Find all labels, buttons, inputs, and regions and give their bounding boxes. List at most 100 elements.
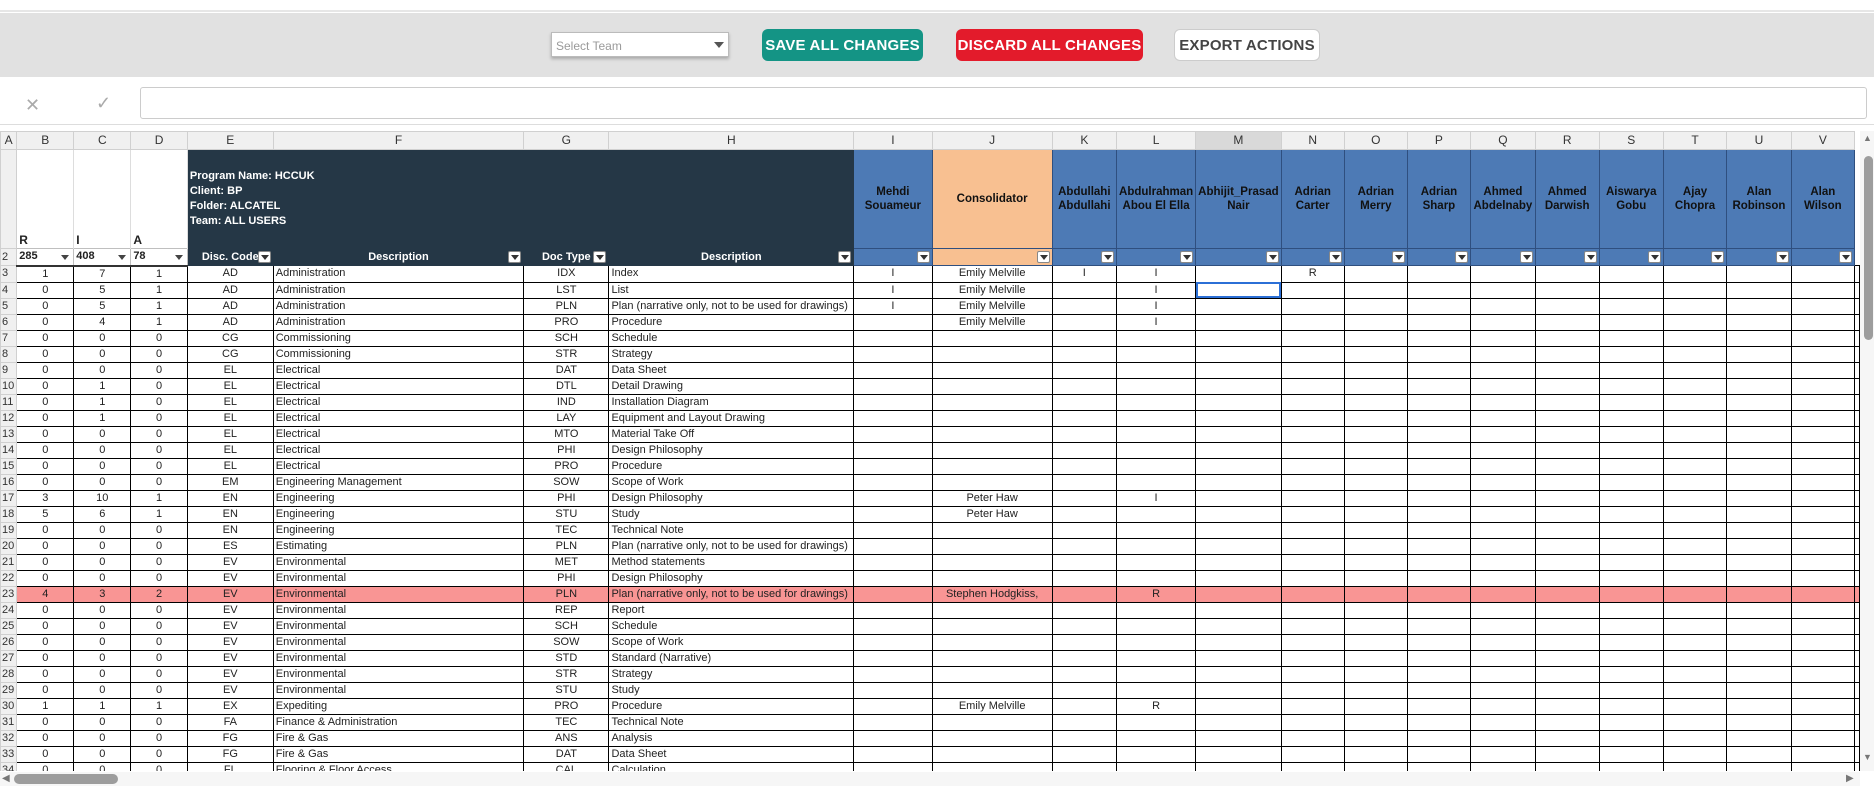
empty-cell[interactable] xyxy=(1662,281,1728,299)
cell-f[interactable]: Engineering xyxy=(272,489,525,507)
empty-cell[interactable] xyxy=(1790,505,1856,523)
empty-cell[interactable] xyxy=(1854,265,1860,283)
cell-k[interactable] xyxy=(1051,281,1118,299)
row-number[interactable]: 19 xyxy=(0,521,18,539)
cell-l[interactable] xyxy=(1116,761,1197,771)
filter-dropdown-icon[interactable] xyxy=(1036,251,1050,263)
person-filter-cell[interactable] xyxy=(1598,248,1664,266)
empty-cell[interactable] xyxy=(1726,713,1792,731)
empty-cell[interactable] xyxy=(1662,329,1728,347)
empty-cell[interactable] xyxy=(1534,457,1600,475)
cell-j[interactable] xyxy=(931,377,1053,395)
row-number[interactable]: 14 xyxy=(0,441,18,459)
empty-cell[interactable] xyxy=(1469,713,1536,731)
empty-cell[interactable] xyxy=(1343,457,1408,475)
empty-cell[interactable] xyxy=(1406,585,1471,603)
cell-e[interactable]: EL xyxy=(186,441,274,459)
cell-i[interactable] xyxy=(853,697,933,715)
cell-d[interactable]: 0 xyxy=(130,537,188,555)
cell-g[interactable]: PLN xyxy=(523,585,610,603)
empty-cell[interactable] xyxy=(1343,377,1408,395)
empty-cell[interactable] xyxy=(1854,489,1860,507)
empty-cell[interactable] xyxy=(1598,505,1664,523)
empty-cell[interactable] xyxy=(1726,265,1792,283)
cell-g[interactable]: PRO xyxy=(523,697,610,715)
cell-d[interactable]: 1 xyxy=(130,489,188,507)
cell-g[interactable]: MET xyxy=(523,553,610,571)
cell-n[interactable] xyxy=(1280,441,1345,459)
empty-cell[interactable] xyxy=(1662,585,1728,603)
empty-cell[interactable] xyxy=(1469,569,1536,587)
empty-cell[interactable] xyxy=(1662,457,1728,475)
cell-h[interactable]: Method statements xyxy=(608,553,855,571)
cell-b[interactable]: 0 xyxy=(16,425,75,443)
empty-cell[interactable] xyxy=(1726,537,1792,555)
row-number[interactable]: 26 xyxy=(0,633,18,651)
empty-cell[interactable] xyxy=(1406,281,1471,299)
empty-cell[interactable] xyxy=(1726,505,1792,523)
empty-cell[interactable] xyxy=(1406,297,1471,315)
cell-i[interactable] xyxy=(853,313,933,331)
cell-b[interactable]: 0 xyxy=(16,393,75,411)
column-header-n[interactable]: N xyxy=(1280,131,1345,150)
empty-cell[interactable] xyxy=(1662,521,1728,539)
cell-j[interactable]: Emily Melville xyxy=(931,697,1053,715)
cell-d[interactable]: 0 xyxy=(130,345,188,363)
cell-j[interactable] xyxy=(931,713,1053,731)
empty-cell[interactable] xyxy=(1469,425,1536,443)
cell-l[interactable] xyxy=(1116,457,1197,475)
empty-cell[interactable] xyxy=(1790,313,1856,331)
empty-cell[interactable] xyxy=(1726,345,1792,363)
cell-h[interactable]: Design Philosophy xyxy=(608,441,855,459)
cell-c[interactable]: 0 xyxy=(73,425,132,443)
empty-cell[interactable] xyxy=(1534,425,1600,443)
empty-cell[interactable] xyxy=(1598,617,1664,635)
cell-k[interactable] xyxy=(1051,521,1118,539)
empty-cell[interactable] xyxy=(1534,649,1600,667)
cell-m[interactable] xyxy=(1195,649,1282,667)
cell-e[interactable]: FG xyxy=(186,729,274,747)
cell-k[interactable] xyxy=(1051,585,1118,603)
empty-cell[interactable] xyxy=(1343,505,1408,523)
cell-g[interactable]: DTL xyxy=(523,377,610,395)
cell-m[interactable] xyxy=(1195,745,1282,763)
cell-c[interactable]: 10 xyxy=(73,489,132,507)
disc-code-header[interactable]: Disc. Code xyxy=(186,248,274,266)
cell-n[interactable] xyxy=(1280,665,1345,683)
cell-m[interactable] xyxy=(1195,441,1282,459)
empty-cell[interactable] xyxy=(1343,537,1408,555)
empty-cell[interactable] xyxy=(1534,329,1600,347)
cell-h[interactable]: Strategy xyxy=(608,665,855,683)
column-header-r[interactable]: R xyxy=(1534,131,1600,150)
cell-k[interactable] xyxy=(1051,329,1118,347)
empty-cell[interactable] xyxy=(1406,713,1471,731)
empty-cell[interactable] xyxy=(1406,377,1471,395)
cell-j[interactable]: Emily Melville xyxy=(931,281,1053,299)
empty-cell[interactable] xyxy=(1598,409,1664,427)
person-filter-cell[interactable] xyxy=(1116,248,1197,266)
empty-cell[interactable] xyxy=(1726,425,1792,443)
empty-cell[interactable] xyxy=(1726,585,1792,603)
empty-cell[interactable] xyxy=(1726,697,1792,715)
cell-b[interactable]: 0 xyxy=(16,553,75,571)
cell-k[interactable] xyxy=(1051,489,1118,507)
empty-cell[interactable] xyxy=(1790,617,1856,635)
empty-cell[interactable] xyxy=(1726,409,1792,427)
cell-e[interactable]: EM xyxy=(186,473,274,491)
column-header-f[interactable]: F xyxy=(272,131,525,150)
cell-k[interactable] xyxy=(1051,425,1118,443)
column-header-d[interactable]: D xyxy=(130,131,188,150)
empty-cell[interactable] xyxy=(1854,665,1860,683)
cell-k[interactable] xyxy=(1051,345,1118,363)
cell-d[interactable]: 2 xyxy=(130,585,188,603)
cell-g[interactable]: REP xyxy=(523,601,610,619)
cell-c[interactable]: 6 xyxy=(73,505,132,523)
empty-cell[interactable] xyxy=(1534,313,1600,331)
cell-i[interactable]: I xyxy=(853,265,933,283)
cell-f[interactable]: Finance & Administration xyxy=(272,713,525,731)
cell-j[interactable]: Emily Melville xyxy=(931,313,1053,331)
cell-n[interactable] xyxy=(1280,521,1345,539)
cell-f[interactable]: Expediting xyxy=(272,697,525,715)
cell-f[interactable]: Electrical xyxy=(272,425,525,443)
cell-j[interactable]: Stephen Hodgkiss, xyxy=(931,585,1053,603)
